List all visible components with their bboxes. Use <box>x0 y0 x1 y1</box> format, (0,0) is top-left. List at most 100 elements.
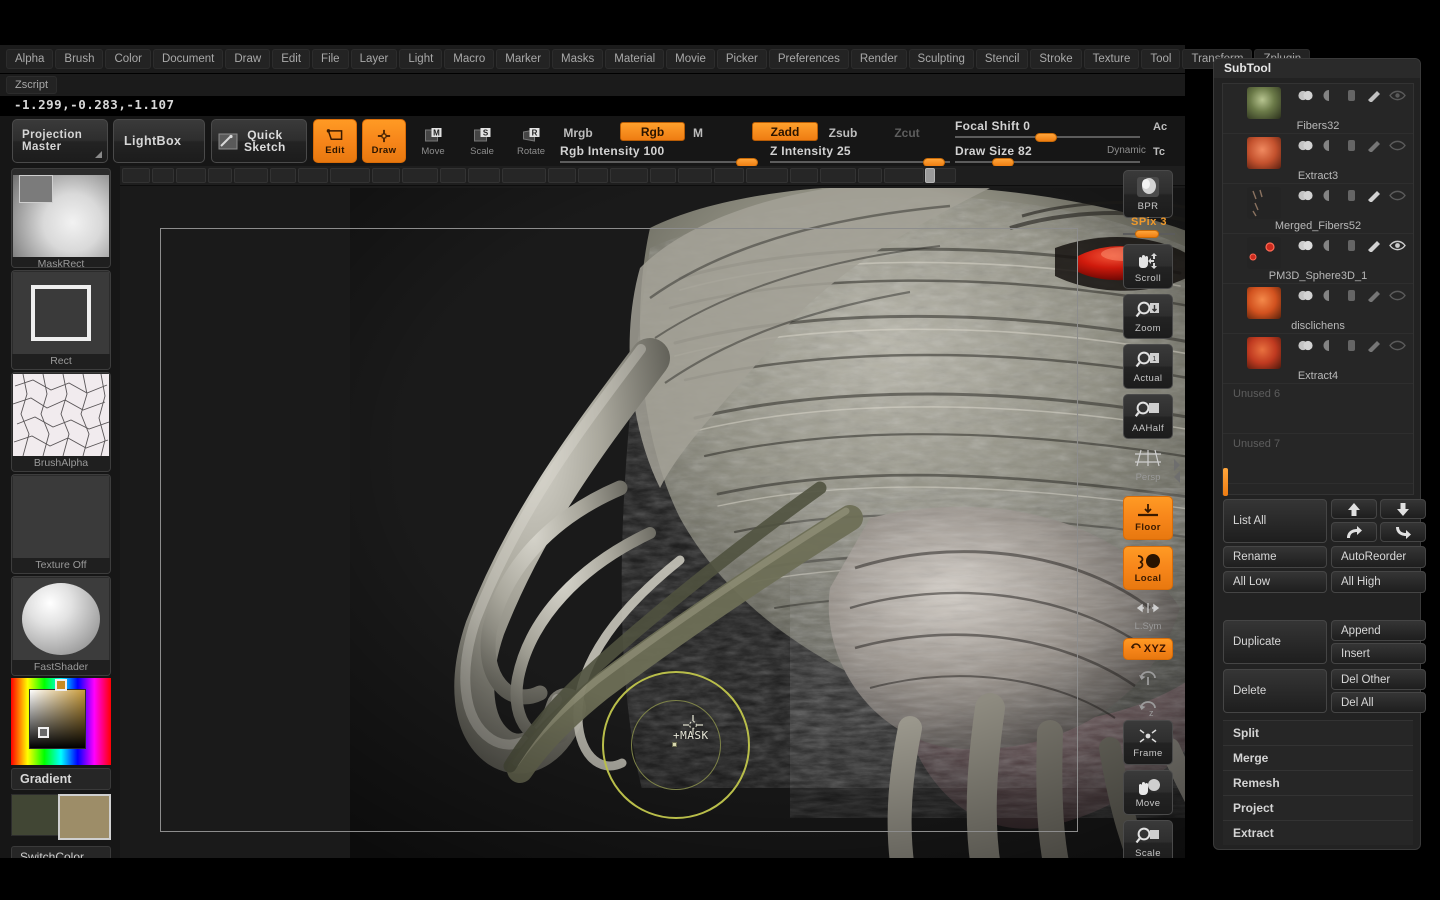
edit-button[interactable]: Edit <box>313 119 357 163</box>
del-other-button[interactable]: Del Other <box>1331 669 1426 690</box>
move-down-button[interactable] <box>1380 499 1426 519</box>
subtool-row-icons[interactable] <box>1297 339 1406 353</box>
smooth-shade-icon[interactable] <box>1320 89 1337 102</box>
all-high-button[interactable]: All High <box>1331 571 1426 593</box>
rotate-button[interactable]: R Rotate <box>509 121 553 163</box>
subtool-row-fibers32[interactable]: Fibers32 <box>1223 84 1413 134</box>
color-hue-marker[interactable] <box>55 679 67 691</box>
actual-button[interactable]: 1 Actual <box>1123 344 1173 389</box>
focal-shift-slider[interactable]: Focal Shift 0 <box>955 119 1140 142</box>
menu-item-marker[interactable]: Marker <box>496 49 551 69</box>
menu-item-preferences[interactable]: Preferences <box>768 49 849 69</box>
menu-item-macro[interactable]: Macro <box>444 49 495 69</box>
project-button[interactable]: Project <box>1223 795 1413 820</box>
material-slot-fastshader[interactable]: FastShader <box>11 576 111 676</box>
menu-item-file[interactable]: File <box>312 49 349 69</box>
subtool-row-icons[interactable] <box>1297 139 1406 153</box>
primary-color-swatch[interactable] <box>58 794 111 840</box>
menu-item-sculpting[interactable]: Sculpting <box>908 49 974 69</box>
focal-shift-knob[interactable] <box>1035 133 1057 142</box>
menu-item-stroke[interactable]: Stroke <box>1030 49 1082 69</box>
subtool-row-disclichens[interactable]: disclichens <box>1223 284 1413 334</box>
draw-button[interactable]: Draw <box>362 119 406 163</box>
polypaint-icon[interactable] <box>1343 339 1360 352</box>
floor-button[interactable]: Floor <box>1123 496 1173 540</box>
subtool-row-icons[interactable] <box>1297 239 1406 253</box>
del-all-button[interactable]: Del All <box>1331 692 1426 713</box>
paint-brush-icon[interactable] <box>1366 89 1383 103</box>
move-nav-button[interactable]: Move <box>1123 770 1173 815</box>
paint-brush-icon[interactable] <box>1366 139 1383 153</box>
mrgb-toggle[interactable]: Mrgb <box>558 123 598 142</box>
polypaint-icon[interactable] <box>1343 189 1360 202</box>
xyz-button[interactable]: XYZ <box>1123 638 1173 660</box>
zoom-button[interactable]: Zoom <box>1123 294 1173 339</box>
zcut-toggle[interactable]: Zcut <box>888 123 926 142</box>
duplicate-button[interactable]: Duplicate <box>1223 620 1327 664</box>
menu-item-masks[interactable]: Masks <box>552 49 604 69</box>
menu-item-brush[interactable]: Brush <box>55 49 104 69</box>
smooth-shade-icon[interactable] <box>1320 139 1337 152</box>
secondary-color-swatch[interactable] <box>11 794 61 836</box>
move-up-level-button[interactable] <box>1331 522 1377 542</box>
paint-brush-icon[interactable] <box>1366 289 1383 303</box>
rgb-toggle[interactable]: Rgb <box>620 122 685 141</box>
zsub-toggle[interactable]: Zsub <box>822 123 864 142</box>
menu-item-alpha[interactable]: Alpha <box>6 49 54 69</box>
visibility-eye-toggle-icon[interactable] <box>1297 289 1314 302</box>
delete-button[interactable]: Delete <box>1223 669 1327 713</box>
zadd-toggle[interactable]: Zadd <box>752 122 818 141</box>
polypaint-icon[interactable] <box>1343 289 1360 302</box>
eye-visibility-icon[interactable] <box>1389 139 1406 152</box>
extract-button[interactable]: Extract <box>1223 820 1413 845</box>
subtool-row-unused-6[interactable]: Unused 6 <box>1223 384 1413 434</box>
visibility-eye-toggle-icon[interactable] <box>1297 339 1314 352</box>
quick-sketch-button[interactable]: Quick Sketch <box>211 119 307 163</box>
visibility-eye-toggle-icon[interactable] <box>1297 139 1314 152</box>
visibility-eye-toggle-icon[interactable] <box>1297 89 1314 102</box>
rgb-intensity-slider[interactable]: Rgb Intensity 100 <box>560 144 758 167</box>
menu-item-stencil[interactable]: Stencil <box>975 49 1029 69</box>
subtool-row-merged-fibers52[interactable]: Merged_Fibers52 <box>1223 184 1413 234</box>
menu-item-movie[interactable]: Movie <box>666 49 715 69</box>
paint-brush-icon[interactable] <box>1366 339 1383 353</box>
lsym-button[interactable]: L.Sym <box>1123 600 1173 634</box>
append-button[interactable]: Append <box>1331 620 1426 641</box>
subtool-list-scrollbar[interactable] <box>1223 468 1228 496</box>
move-down-level-button[interactable] <box>1380 522 1426 542</box>
smooth-shade-icon[interactable] <box>1320 239 1337 252</box>
scale-button[interactable]: S Scale <box>460 121 504 163</box>
all-low-button[interactable]: All Low <box>1223 571 1327 593</box>
menu-item-material[interactable]: Material <box>605 49 665 69</box>
canvas-viewport[interactable]: +MASK <box>120 166 1185 866</box>
menu-item-edit[interactable]: Edit <box>272 49 311 69</box>
eye-visibility-icon[interactable] <box>1389 89 1406 102</box>
alpha-slot-maskrect[interactable]: MaskRect <box>11 168 111 268</box>
remesh-button[interactable]: Remesh <box>1223 770 1413 795</box>
polypaint-icon[interactable] <box>1343 139 1360 152</box>
m-toggle[interactable]: M <box>689 123 707 142</box>
paint-brush-icon[interactable] <box>1366 239 1383 253</box>
visibility-eye-toggle-icon[interactable] <box>1297 189 1314 202</box>
split-button[interactable]: Split <box>1223 720 1413 745</box>
persp-button[interactable]: Persp <box>1123 448 1173 484</box>
spix-knob[interactable] <box>1135 230 1159 238</box>
move-button[interactable]: M Move <box>411 121 455 163</box>
eye-visibility-icon[interactable] <box>1389 189 1406 202</box>
eye-visibility-icon[interactable] <box>1389 239 1406 252</box>
scroll-button[interactable]: Scroll <box>1123 244 1173 289</box>
subtool-row-extract4[interactable]: Extract4 <box>1223 334 1413 384</box>
subtool-list[interactable]: Fibers32 Extract3 Merged_Fibers52 PM3D_S… <box>1222 83 1414 495</box>
paint-brush-icon[interactable] <box>1366 189 1383 203</box>
spix-slider[interactable]: SPix 3 <box>1123 216 1175 238</box>
subtool-row-icons[interactable] <box>1297 289 1406 303</box>
subtool-row-icons[interactable] <box>1297 89 1406 103</box>
stroke-slot-rect[interactable]: Rect <box>11 270 111 370</box>
move-up-button[interactable] <box>1331 499 1377 519</box>
z-intensity-slider[interactable]: Z Intensity 25 <box>770 144 950 167</box>
tc-clipped-label[interactable]: Tc <box>1153 146 1165 158</box>
texture-slot[interactable]: Texture Off <box>11 474 111 574</box>
menu-item-texture[interactable]: Texture <box>1083 49 1140 69</box>
subtool-row-extract3[interactable]: Extract3 <box>1223 134 1413 184</box>
menu-item-render[interactable]: Render <box>850 49 907 69</box>
